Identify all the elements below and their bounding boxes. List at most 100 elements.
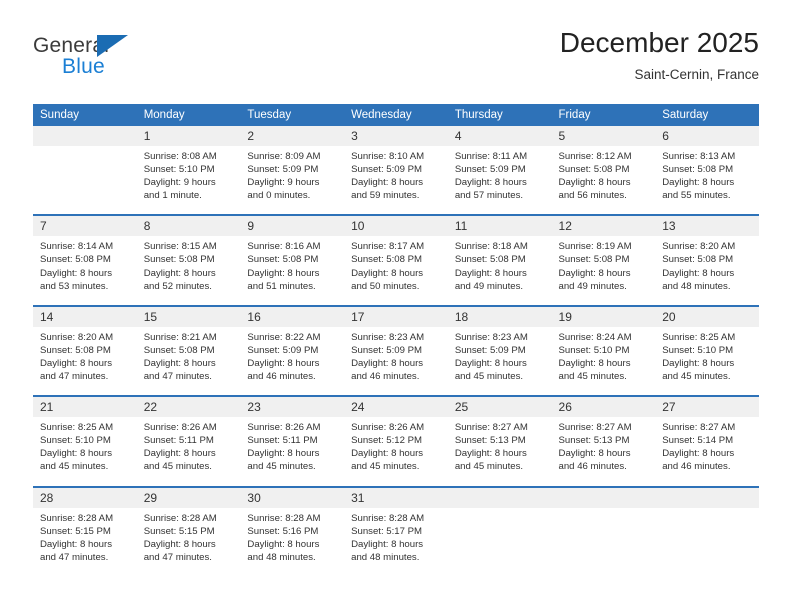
calendar-week-2: 7 8 9 10 11 12 13 Sunrise: 8:14 AM Sunset: 5:08 … — [33, 214, 759, 306]
day-cell-9[interactable]: Sunrise: 8:16 AM Sunset: 5:08 PM Daylight:… — [240, 236, 345, 306]
general-blue-logo[interactable]: General Blue — [33, 34, 233, 90]
day-cell-empty — [33, 146, 137, 216]
day-cell-11[interactable]: Sunrise: 8:18 AM Sunset: 5:08 PM Daylight:… — [447, 236, 552, 306]
calendar-week-3: 14 15 16 17 18 19 20 Sunrise: 8:20 AM Sunset: 5:… — [33, 304, 759, 397]
day-info-line: and 53 minutes. — [40, 280, 109, 292]
day-number-8[interactable]: 8 — [136, 214, 241, 237]
day-number-3[interactable]: 3 — [344, 126, 448, 146]
day-info-line: Daylight: 8 hours — [143, 448, 216, 460]
day-number-7[interactable]: 7 — [33, 214, 137, 237]
day-cell-3[interactable]: Sunrise: 8:10 AM Sunset: 5:09 PM Daylight:… — [344, 146, 448, 216]
day-number-empty — [447, 485, 552, 508]
day-detail-row: Sunrise: 8:28 AM Sunset: 5:15 PM Daylight:… — [33, 507, 759, 576]
day-info-line: Daylight: 8 hours — [40, 267, 112, 279]
day-number-29[interactable]: 29 — [136, 485, 241, 508]
day-info-line: Sunset: 5:15 PM — [40, 525, 111, 537]
day-cell-18[interactable]: Sunrise: 8:23 AM Sunset: 5:09 PM Daylight:… — [447, 326, 552, 397]
day-number-30[interactable]: 30 — [240, 485, 345, 508]
day-cell-16[interactable]: Sunrise: 8:22 AM Sunset: 5:09 PM Daylight:… — [240, 326, 345, 397]
page-subtitle: Saint-Cernin, France — [634, 67, 759, 82]
day-info-line: Sunrise: 8:28 AM — [351, 512, 425, 524]
day-number-12[interactable]: 12 — [551, 214, 656, 237]
calendar-week-1: 1 2 3 4 5 6 Sunrise: 8:08 AM Sunset: 5:10 PM Day… — [33, 126, 759, 216]
day-number-31[interactable]: 31 — [344, 485, 448, 508]
day-number-17[interactable]: 17 — [344, 304, 448, 327]
day-number-4[interactable]: 4 — [447, 126, 552, 146]
day-cell-21[interactable]: Sunrise: 8:25 AM Sunset: 5:10 PM Daylight:… — [33, 417, 137, 487]
day-number-11[interactable]: 11 — [447, 214, 552, 237]
day-info-line: Sunset: 5:08 PM — [454, 254, 526, 266]
day-number-1[interactable]: 1 — [136, 126, 241, 146]
day-info-line: Daylight: 8 hours — [662, 357, 735, 369]
day-info-line: and 47 minutes. — [40, 371, 109, 383]
day-cell-1[interactable]: Sunrise: 8:08 AM Sunset: 5:10 PM Daylight:… — [136, 146, 241, 216]
day-number-18[interactable]: 18 — [447, 304, 552, 327]
day-number-2[interactable]: 2 — [240, 126, 345, 146]
day-cell-19[interactable]: Sunrise: 8:24 AM Sunset: 5:10 PM Daylight:… — [551, 326, 656, 397]
day-cell-15[interactable]: Sunrise: 8:21 AM Sunset: 5:08 PM Daylight:… — [136, 326, 241, 397]
day-number-20[interactable]: 20 — [655, 304, 759, 327]
day-info-line: Daylight: 8 hours — [558, 177, 631, 189]
day-cell-31[interactable]: Sunrise: 8:28 AM Sunset: 5:17 PM Daylight:… — [344, 507, 448, 576]
day-detail-row: Sunrise: 8:20 AM Sunset: 5:08 PM Daylight:… — [33, 326, 759, 397]
day-number-21[interactable]: 21 — [33, 395, 137, 418]
day-number-16[interactable]: 16 — [240, 304, 345, 327]
day-cell-12[interactable]: Sunrise: 8:19 AM Sunset: 5:08 PM Daylight:… — [551, 236, 656, 306]
day-cell-27[interactable]: Sunrise: 8:27 AM Sunset: 5:14 PM Daylight:… — [655, 417, 759, 487]
day-cell-2[interactable]: Sunrise: 8:09 AM Sunset: 5:09 PM Daylight:… — [240, 146, 345, 216]
day-cell-23[interactable]: Sunrise: 8:26 AM Sunset: 5:11 PM Daylight:… — [240, 417, 345, 487]
day-number-25[interactable]: 25 — [447, 395, 552, 418]
day-cell-5[interactable]: Sunrise: 8:12 AM Sunset: 5:08 PM Daylight:… — [551, 146, 656, 216]
day-number-26[interactable]: 26 — [551, 395, 656, 418]
day-number-row: 28 29 30 31 — [33, 485, 759, 508]
day-cell-26[interactable]: Sunrise: 8:27 AM Sunset: 5:13 PM Daylight:… — [551, 417, 656, 487]
day-cell-13[interactable]: Sunrise: 8:20 AM Sunset: 5:08 PM Daylight:… — [655, 236, 759, 306]
day-info-line: Sunrise: 8:23 AM — [454, 331, 528, 343]
day-number-19[interactable]: 19 — [551, 304, 656, 327]
day-cell-20[interactable]: Sunrise: 8:25 AM Sunset: 5:10 PM Daylight:… — [655, 326, 759, 397]
day-info-line: Sunset: 5:08 PM — [40, 254, 111, 266]
day-info-line: Daylight: 8 hours — [247, 448, 320, 460]
day-detail-row: Sunrise: 8:08 AM Sunset: 5:10 PM Daylight:… — [33, 146, 759, 216]
day-info-line: Sunrise: 8:18 AM — [454, 241, 528, 253]
day-cell-4[interactable]: Sunrise: 8:11 AM Sunset: 5:09 PM Daylight:… — [447, 146, 552, 216]
day-info-line: Sunrise: 8:10 AM — [351, 151, 425, 162]
day-cell-28[interactable]: Sunrise: 8:28 AM Sunset: 5:15 PM Daylight:… — [33, 507, 137, 576]
day-cell-29[interactable]: Sunrise: 8:28 AM Sunset: 5:15 PM Daylight:… — [136, 507, 241, 576]
day-number-5[interactable]: 5 — [551, 126, 656, 146]
day-info-line: and 48 minutes. — [247, 551, 316, 563]
day-cell-7[interactable]: Sunrise: 8:14 AM Sunset: 5:08 PM Daylight:… — [33, 236, 137, 306]
day-cell-30[interactable]: Sunrise: 8:28 AM Sunset: 5:16 PM Daylight:… — [240, 507, 345, 576]
day-number-13[interactable]: 13 — [655, 214, 759, 237]
day-info-line: Sunrise: 8:12 AM — [558, 151, 632, 162]
day-number-row: 14 15 16 17 18 19 20 — [33, 304, 759, 327]
day-cell-25[interactable]: Sunrise: 8:27 AM Sunset: 5:13 PM Daylight:… — [447, 417, 552, 487]
day-info-line: Daylight: 8 hours — [40, 357, 112, 369]
day-info-line: Sunrise: 8:17 AM — [351, 241, 425, 253]
day-info-line: Daylight: 8 hours — [351, 267, 424, 279]
day-number-28[interactable]: 28 — [33, 485, 137, 508]
day-info-line: Sunset: 5:08 PM — [247, 254, 319, 266]
day-info-line: Sunrise: 8:26 AM — [247, 422, 321, 434]
day-info-line: Daylight: 8 hours — [143, 267, 216, 279]
day-cell-14[interactable]: Sunrise: 8:20 AM Sunset: 5:08 PM Daylight:… — [33, 326, 137, 397]
day-cell-22[interactable]: Sunrise: 8:26 AM Sunset: 5:11 PM Daylight:… — [136, 417, 241, 487]
day-cell-6[interactable]: Sunrise: 8:13 AM Sunset: 5:08 PM Daylight:… — [655, 146, 759, 216]
day-number-10[interactable]: 10 — [344, 214, 448, 237]
day-info-line: Daylight: 8 hours — [558, 357, 631, 369]
day-number-22[interactable]: 22 — [136, 395, 241, 418]
day-number-24[interactable]: 24 — [344, 395, 448, 418]
day-cell-17[interactable]: Sunrise: 8:23 AM Sunset: 5:09 PM Daylight:… — [344, 326, 448, 397]
day-info-line: Sunset: 5:12 PM — [351, 435, 423, 447]
day-info-line: Sunrise: 8:28 AM — [143, 512, 217, 524]
day-info-line: Sunrise: 8:09 AM — [247, 151, 321, 162]
day-number-6[interactable]: 6 — [655, 126, 759, 146]
day-number-14[interactable]: 14 — [33, 304, 137, 327]
day-cell-8[interactable]: Sunrise: 8:15 AM Sunset: 5:08 PM Daylight:… — [136, 236, 241, 306]
day-cell-10[interactable]: Sunrise: 8:17 AM Sunset: 5:08 PM Daylight:… — [344, 236, 448, 306]
day-cell-24[interactable]: Sunrise: 8:26 AM Sunset: 5:12 PM Daylight:… — [344, 417, 448, 487]
day-number-9[interactable]: 9 — [240, 214, 345, 237]
day-number-15[interactable]: 15 — [136, 304, 241, 327]
day-number-23[interactable]: 23 — [240, 395, 345, 418]
day-number-27[interactable]: 27 — [655, 395, 759, 418]
